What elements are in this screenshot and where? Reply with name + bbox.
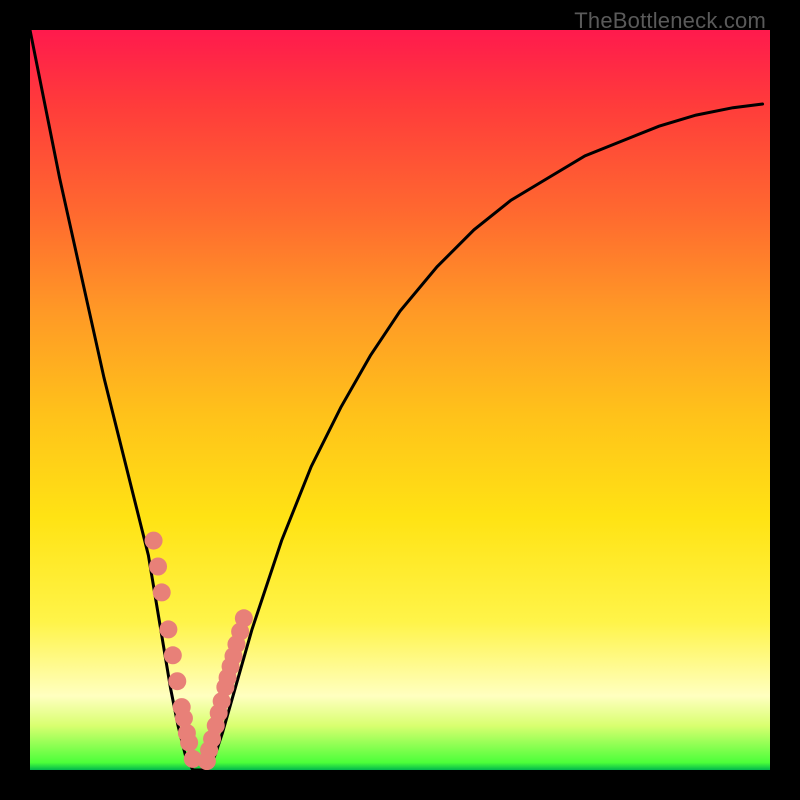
marker-dot bbox=[159, 620, 177, 638]
bottleneck-curve-path bbox=[30, 30, 763, 770]
chart-svg bbox=[30, 30, 770, 770]
marker-dot bbox=[235, 609, 253, 627]
marker-dot bbox=[153, 583, 171, 601]
curve-layer bbox=[30, 30, 763, 770]
plot-area bbox=[30, 30, 770, 770]
marker-dot bbox=[180, 734, 198, 752]
marker-dot bbox=[175, 709, 193, 727]
marker-dot bbox=[164, 646, 182, 664]
marker-dot bbox=[145, 532, 163, 550]
watermark-text: TheBottleneck.com bbox=[574, 8, 766, 34]
marker-dot bbox=[168, 672, 186, 690]
marker-layer bbox=[145, 532, 253, 770]
chart-frame: TheBottleneck.com bbox=[0, 0, 800, 800]
marker-dot bbox=[149, 558, 167, 576]
